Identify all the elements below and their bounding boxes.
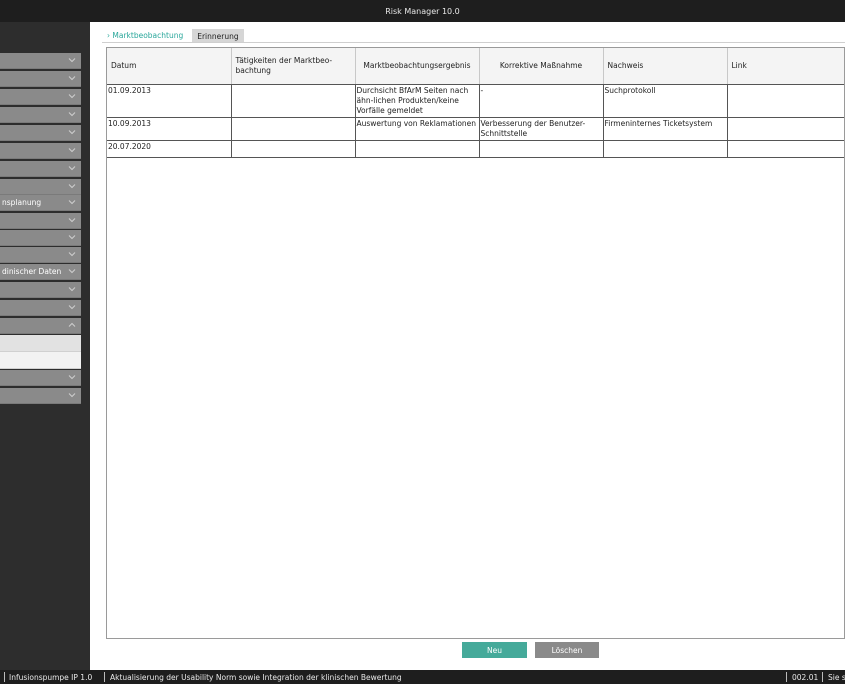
cell-link[interactable] <box>727 117 844 141</box>
table-row[interactable]: 20.07.2020 <box>107 140 844 158</box>
chevron-down-icon <box>68 198 76 206</box>
main-content: › Marktbeobachtung Erinnerung Datum Täti… <box>90 22 845 670</box>
tab-divider <box>102 42 845 43</box>
sidebar-item[interactable] <box>0 179 81 195</box>
cell-datum[interactable]: 10.09.2013 <box>107 117 232 141</box>
new-button[interactable]: Neu <box>462 642 527 658</box>
cell-ergebnis[interactable]: Durchsicht BfArM Seiten nach ähn-lichen … <box>355 84 480 118</box>
window-title: Risk Manager 10.0 <box>385 6 460 16</box>
delete-button[interactable]: Löschen <box>535 642 599 658</box>
cell-link[interactable] <box>727 84 844 118</box>
chevron-down-icon <box>68 56 76 64</box>
column-header-massnahme[interactable]: Korrektive Maßnahme <box>479 48 604 85</box>
chevron-down-icon <box>68 92 76 100</box>
tab-erinnerung[interactable]: Erinnerung <box>192 29 244 43</box>
chevron-down-icon <box>68 285 76 293</box>
sidebar-item[interactable] <box>0 89 81 105</box>
table-row[interactable]: 01.09.2013 Durchsicht BfArM Seiten nach … <box>107 84 844 118</box>
cell-datum[interactable]: 01.09.2013 <box>107 84 232 118</box>
sidebar-item[interactable] <box>0 388 81 404</box>
cell-massnahme[interactable]: - <box>479 84 604 118</box>
sidebar-item-label: nsplanung <box>2 198 42 207</box>
tab-marktbeobachtung[interactable]: › Marktbeobachtung <box>102 29 189 43</box>
sidebar-item-expanded[interactable] <box>0 318 81 334</box>
cell-nachweis[interactable] <box>603 140 728 158</box>
status-separator <box>104 672 105 682</box>
cell-ergebnis[interactable]: Auswertung von Reklamationen <box>355 117 480 141</box>
chevron-down-icon <box>68 128 76 136</box>
chevron-down-icon <box>68 164 76 172</box>
tab-bar: › Marktbeobachtung Erinnerung <box>102 29 244 43</box>
sidebar-item-label: dinischer Daten <box>2 267 62 276</box>
sidebar-item[interactable] <box>0 71 81 87</box>
column-header-datum[interactable]: Datum <box>107 48 232 85</box>
chevron-down-icon <box>68 303 76 311</box>
sidebar-item-planung[interactable]: nsplanung <box>0 195 81 211</box>
chevron-down-icon <box>68 146 76 154</box>
cell-ergebnis[interactable] <box>355 140 480 158</box>
cell-nachweis[interactable]: Firmeninternes Ticketsystem <box>603 117 728 141</box>
column-header-ergebnis[interactable]: Marktbeobachtungsergebnis <box>355 48 480 85</box>
sidebar-item[interactable] <box>0 143 81 159</box>
chevron-down-icon <box>68 250 76 258</box>
cell-massnahme[interactable]: Verbesserung der Benutzer-Schnittstelle <box>479 117 604 141</box>
chevron-up-icon <box>68 321 76 329</box>
market-observation-table: Datum Tätigkeiten der Marktbeo-bachtung … <box>106 47 845 639</box>
status-message: Sie s <box>828 672 845 682</box>
chevron-down-icon <box>68 110 76 118</box>
chevron-down-icon <box>68 391 76 399</box>
cell-taetigkeiten[interactable] <box>231 117 356 141</box>
column-header-nachweis[interactable]: Nachweis <box>603 48 728 85</box>
chevron-down-icon <box>68 267 76 275</box>
chevron-down-icon <box>68 216 76 224</box>
title-bar: Risk Manager 10.0 <box>0 0 845 22</box>
sidebar-item[interactable] <box>0 370 81 386</box>
sidebar-item[interactable] <box>0 161 81 177</box>
chevron-down-icon <box>68 182 76 190</box>
cell-massnahme[interactable] <box>479 140 604 158</box>
status-version: 002.01 <box>792 672 819 682</box>
sidebar-item[interactable] <box>0 53 81 69</box>
status-description: Aktualisierung der Usability Norm sowie … <box>110 672 402 682</box>
sidebar-subitem[interactable] <box>0 352 81 369</box>
sidebar-item[interactable] <box>0 230 81 246</box>
status-separator <box>4 672 5 682</box>
cell-link[interactable] <box>727 140 844 158</box>
sidebar-item[interactable] <box>0 107 81 123</box>
status-bar: Infusionspumpe IP 1.0 Aktualisierung der… <box>0 670 845 684</box>
sidebar: nsplanung dinischer Daten <box>0 22 90 670</box>
cell-nachweis[interactable]: Suchprotokoll <box>603 84 728 118</box>
sidebar-item[interactable] <box>0 125 81 141</box>
chevron-down-icon <box>68 233 76 241</box>
column-header-taetigkeiten[interactable]: Tätigkeiten der Marktbeo-bachtung <box>231 48 356 85</box>
sidebar-subitem-selected[interactable] <box>0 335 81 352</box>
sidebar-item[interactable] <box>0 247 81 263</box>
table-header-row: Datum Tätigkeiten der Marktbeo-bachtung … <box>107 48 844 85</box>
cell-datum[interactable]: 20.07.2020 <box>107 140 232 158</box>
status-separator <box>822 672 823 682</box>
sidebar-item[interactable] <box>0 213 81 229</box>
sidebar-item[interactable] <box>0 300 81 316</box>
chevron-down-icon <box>68 373 76 381</box>
sidebar-item[interactable] <box>0 282 81 298</box>
table-row[interactable]: 10.09.2013 Auswertung von Reklamationen … <box>107 117 844 141</box>
chevron-down-icon <box>68 74 76 82</box>
cell-taetigkeiten[interactable] <box>231 140 356 158</box>
column-header-link[interactable]: Link <box>727 48 844 85</box>
status-project: Infusionspumpe IP 1.0 <box>9 672 93 682</box>
cell-taetigkeiten[interactable] <box>231 84 356 118</box>
status-separator <box>786 672 787 682</box>
sidebar-item-klinische-daten[interactable]: dinischer Daten <box>0 264 81 280</box>
